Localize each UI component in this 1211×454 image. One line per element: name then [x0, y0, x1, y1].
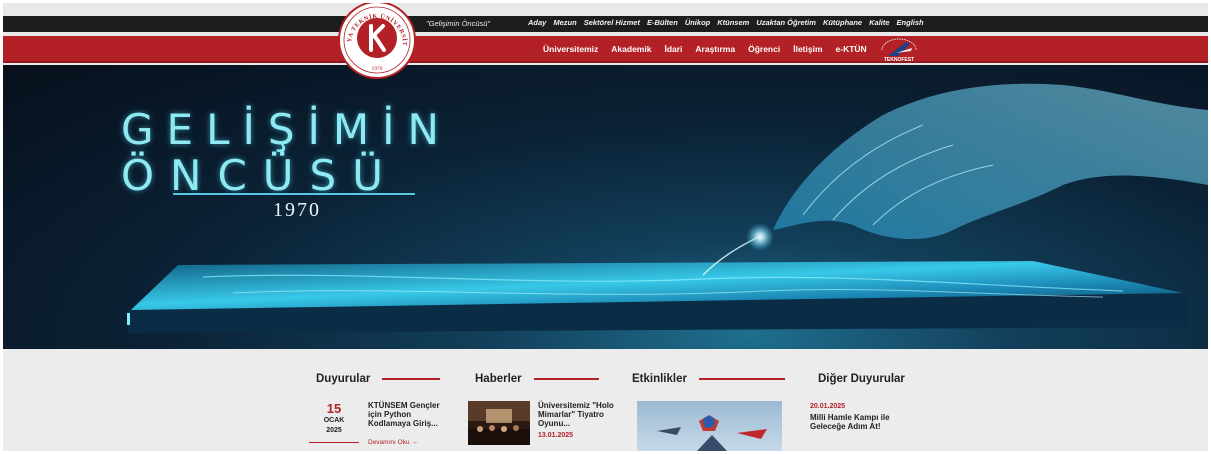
- top-link-kalite[interactable]: Kalite: [869, 18, 889, 27]
- heading-rule: [698, 378, 785, 380]
- etkinlikler-heading[interactable]: Etkinlikler: [632, 373, 785, 385]
- other-announcement-date: 20.01.2025: [810, 403, 846, 410]
- nav-universitemiz[interactable]: Üniversitemiz: [543, 44, 598, 54]
- duyurular-heading-text: Duyurular: [316, 373, 371, 385]
- announcement-title[interactable]: KTÜNSEM Gençler için Python Kodlamaya Gi…: [368, 401, 450, 428]
- logo-year: 1970: [372, 66, 383, 72]
- main-nav: Üniversitemiz Akademik İdari Araştırma Ö…: [543, 44, 867, 54]
- teknofest-logo-icon[interactable]: TEKNOFEST: [876, 36, 922, 63]
- haberler-heading-text: Haberler: [475, 373, 522, 385]
- etkinlikler-heading-text: Etkinlikler: [632, 373, 687, 385]
- date-divider: [309, 442, 359, 443]
- announcement-year: 2025: [326, 427, 342, 434]
- haberler-heading[interactable]: Haberler: [475, 373, 599, 385]
- top-link-english[interactable]: English: [897, 18, 924, 27]
- news-date: 13.01.2025: [538, 432, 574, 439]
- heading-rule: [382, 378, 441, 380]
- ktun-logo-icon[interactable]: KONYA TEKNİK ÜNİVERSİTESİ 1970: [337, 3, 417, 80]
- event-image[interactable]: [637, 401, 782, 451]
- hero-year: 1970: [273, 199, 321, 221]
- announcement-month: OCAK: [323, 417, 345, 424]
- heading-rule: [533, 378, 599, 380]
- top-link-sektorel-hizmet[interactable]: Sektörel Hizmet: [584, 18, 640, 27]
- duyurular-heading[interactable]: Duyurular: [316, 373, 441, 385]
- top-link-e-bulten[interactable]: E-Bülten: [647, 18, 678, 27]
- top-link-aday[interactable]: Aday: [528, 18, 546, 27]
- other-announcement-title[interactable]: Milli Hamle Kampı ile Geleceğe Adım At!: [810, 413, 920, 431]
- hero-banner[interactable]: GELİŞİMİN ÖNCÜSÜ 1970: [3, 65, 1208, 349]
- top-utility-bar: "Gelişimin Öncüsü" Aday Mezun Sektörel H…: [3, 16, 1208, 32]
- top-link-unikop[interactable]: Ünikop: [685, 18, 710, 27]
- nav-arastirma[interactable]: Araştırma: [695, 44, 735, 54]
- news-thumbnail[interactable]: [468, 401, 530, 445]
- top-links: Aday Mezun Sektörel Hizmet E-Bülten Ünik…: [528, 18, 924, 27]
- slogan-text: "Gelişimin Öncüsü": [426, 19, 491, 28]
- news-title[interactable]: Üniversitemiz "Holo Mimarlar" Tiyatro Oy…: [538, 401, 620, 428]
- nav-ogrenci[interactable]: Öğrenci: [748, 44, 780, 54]
- content-section: Duyurular Haberler Etkinlikler Diğer Duy…: [3, 349, 1208, 451]
- nav-akademik[interactable]: Akademik: [611, 44, 651, 54]
- diger-duyurular-heading-text: Diğer Duyurular: [818, 373, 905, 385]
- announcement-day: 15: [326, 401, 342, 416]
- read-more-link[interactable]: Devamını Oku →: [368, 439, 418, 446]
- diger-duyurular-heading[interactable]: Diğer Duyurular: [818, 373, 905, 385]
- hero-title-line1: GELİŞİMİN: [121, 105, 452, 154]
- top-link-kutuphane[interactable]: Kütüphane: [823, 18, 862, 27]
- top-link-ktunsem[interactable]: Ktünsem: [717, 18, 749, 27]
- nav-iletisim[interactable]: İletişim: [793, 44, 822, 54]
- teknofest-text: TEKNOFEST: [884, 57, 914, 63]
- nav-idari[interactable]: İdari: [664, 44, 682, 54]
- top-link-uzaktan-ogretim[interactable]: Uzaktan Öğretim: [756, 18, 816, 27]
- page-frame: "Gelişimin Öncüsü" Aday Mezun Sektörel H…: [3, 3, 1208, 451]
- announcement-date: 15 OCAK 2025: [316, 401, 352, 434]
- top-link-mezun[interactable]: Mezun: [553, 18, 576, 27]
- hero-divider: [173, 193, 415, 195]
- main-nav-bar: Üniversitemiz Akademik İdari Araştırma Ö…: [3, 36, 1208, 63]
- nav-e-ktun[interactable]: e-KTÜN: [836, 44, 867, 54]
